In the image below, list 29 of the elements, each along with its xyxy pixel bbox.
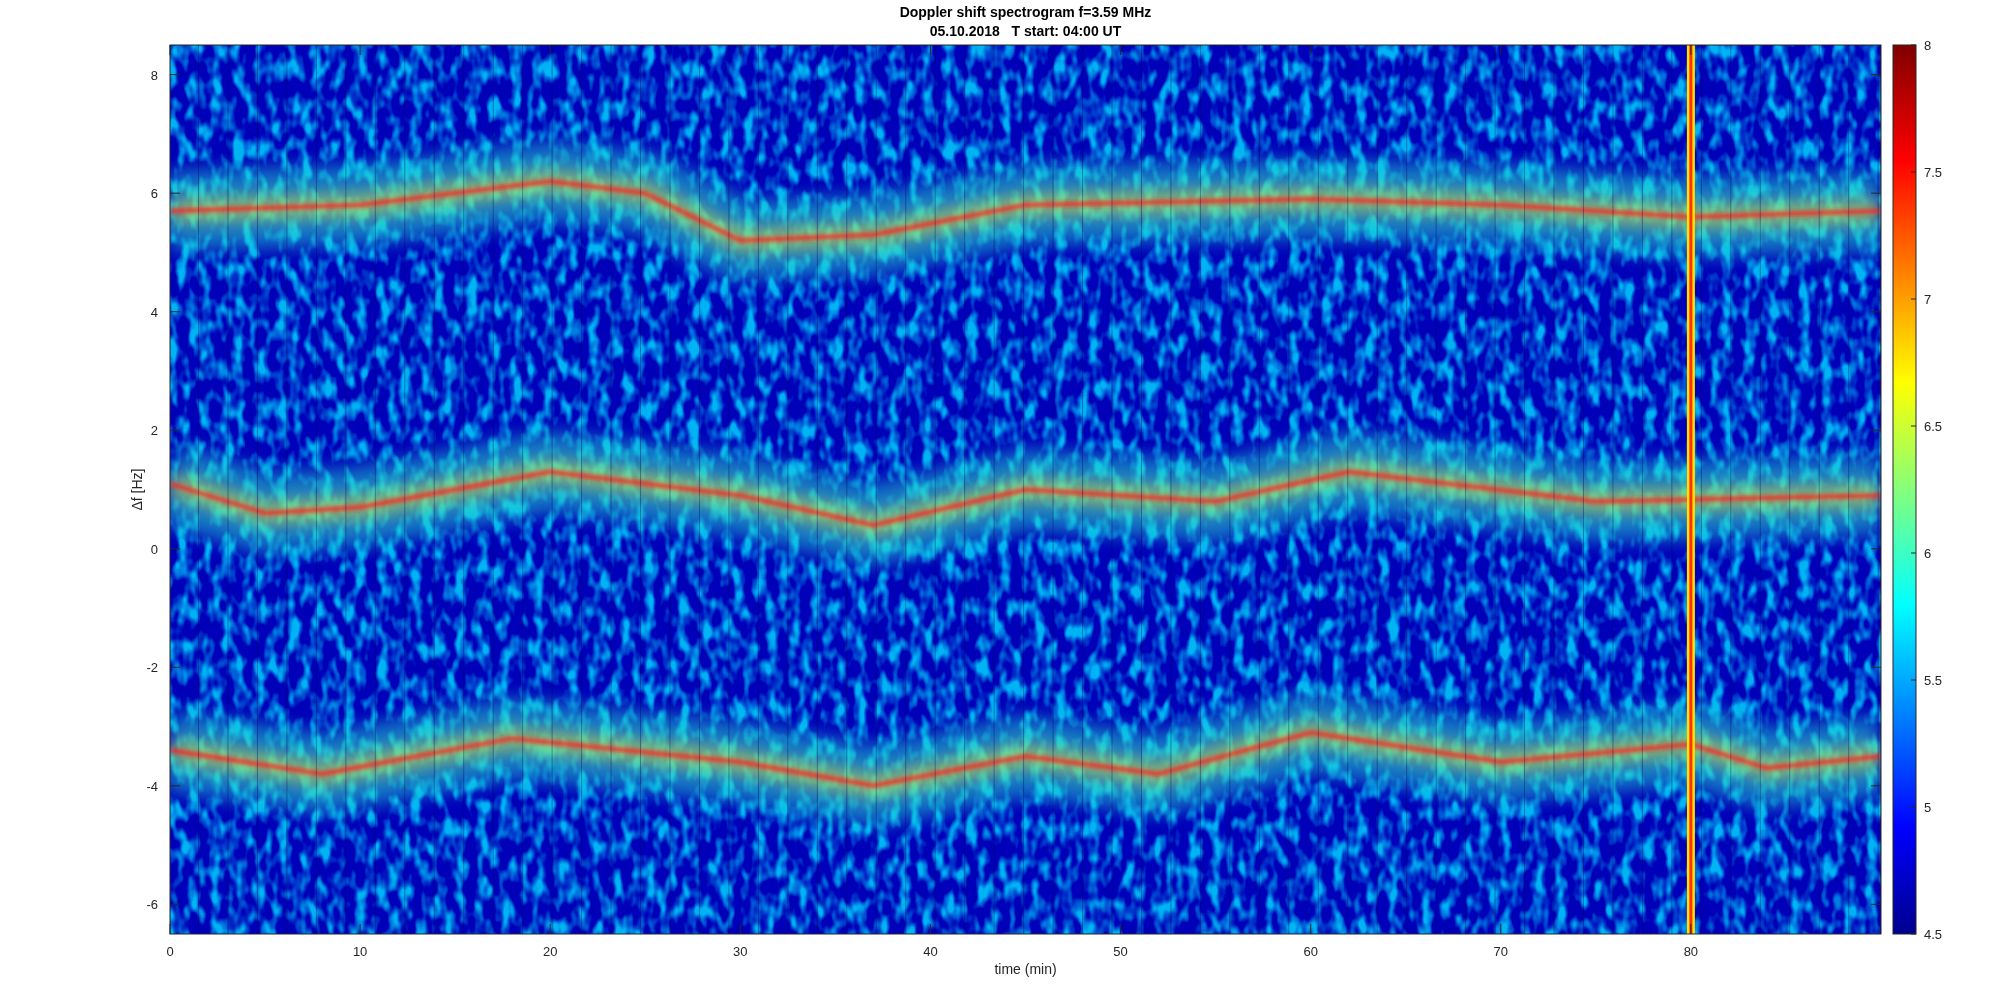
figure-title: Doppler shift spectrogram f=3.59 MHz: [899, 4, 1152, 20]
tick-label: 40: [923, 944, 938, 959]
tick-label: 7.5: [1924, 165, 1943, 180]
tick-label: 70: [1493, 944, 1508, 959]
figure-subtitle: 05.10.2018 T start: 04:00 UT: [929, 23, 1122, 39]
tick-label: 4.5: [1924, 927, 1943, 942]
tick-label: 6: [1924, 546, 1932, 561]
axis-label: time (min): [994, 961, 1057, 977]
tick-label: -4: [146, 778, 158, 794]
tick-label: 7: [1924, 292, 1932, 307]
tick-label: 8: [1924, 38, 1932, 53]
tick-label: 8: [150, 67, 158, 83]
tick-label: 60: [1303, 944, 1318, 959]
tick-label: 5.5: [1924, 673, 1943, 688]
axis-label: Δf [Hz]: [129, 468, 145, 511]
tick-label: 30: [733, 944, 748, 959]
tick-label: 50: [1113, 944, 1128, 959]
tick-label: 20: [543, 944, 558, 959]
tick-label: 0: [166, 944, 174, 959]
tick-label: 6.5: [1924, 419, 1943, 434]
tick-label: 10: [352, 944, 368, 959]
tick-label: -2: [146, 660, 158, 676]
tick-label: 4: [150, 304, 158, 320]
tick-label: 5: [1924, 800, 1932, 815]
tick-label: -6: [146, 897, 158, 913]
tick-label: 6: [150, 186, 158, 202]
tick-label: 0: [150, 541, 158, 557]
tick-label: 2: [150, 423, 158, 439]
tick-label: 80: [1683, 944, 1699, 959]
